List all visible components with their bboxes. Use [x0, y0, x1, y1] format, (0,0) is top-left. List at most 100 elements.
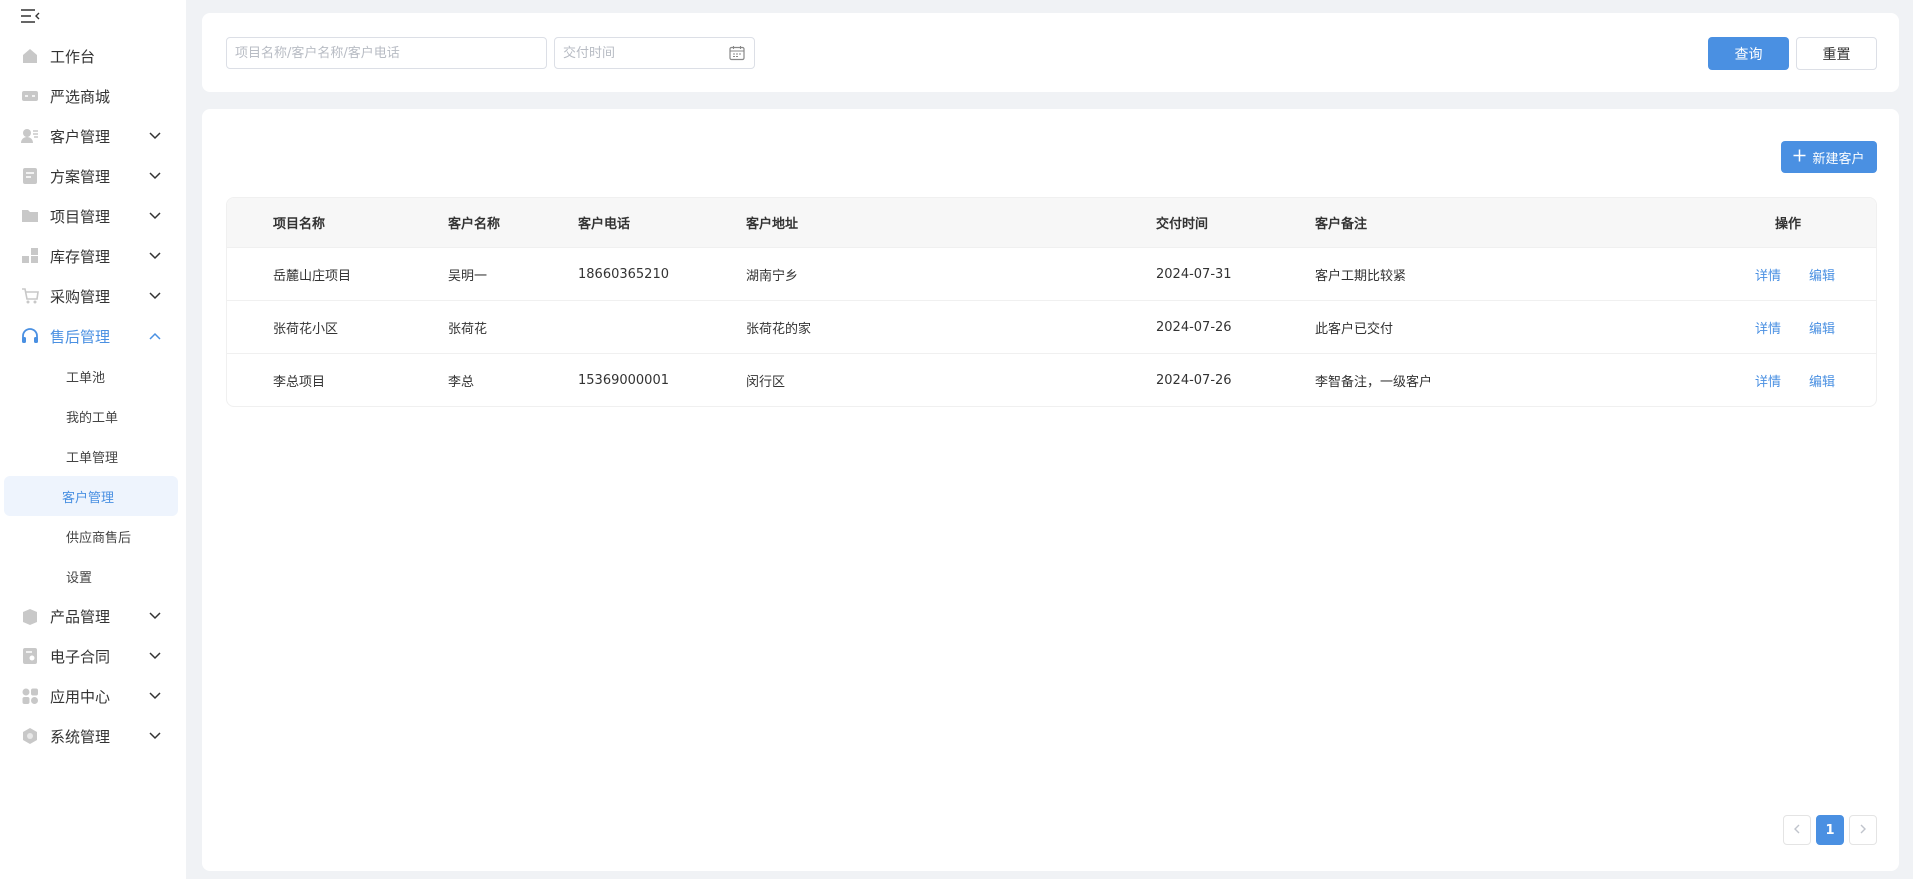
folder-icon — [20, 206, 40, 226]
chevron-down-icon — [148, 249, 162, 263]
submenu-item-ticket-mgmt[interactable]: 工单管理 — [4, 436, 178, 476]
new-customer-label: 新建客户 — [1812, 151, 1865, 167]
calendar-icon[interactable] — [729, 45, 745, 61]
menu-collapse-icon[interactable] — [20, 8, 40, 26]
submenu-item-supplier-aftersales[interactable]: 供应商售后 — [4, 516, 178, 556]
column-header-actions: 操作 — [1775, 217, 1802, 232]
cell-address: 张荷花的家 — [746, 321, 812, 337]
keyword-search-input[interactable] — [226, 37, 547, 69]
column-header-delivery-date: 交付时间 — [1156, 217, 1209, 232]
cell-project: 李总项目 — [273, 374, 326, 390]
edit-link[interactable]: 编辑 — [1809, 318, 1835, 337]
sidebar-item-purchase-mgmt[interactable]: 采购管理 — [0, 276, 186, 316]
cell-phone: 18660365210 — [578, 266, 669, 282]
cell-address: 闵行区 — [746, 374, 786, 390]
detail-link[interactable]: 详情 — [1755, 265, 1781, 284]
sidebar-item-system-mgmt[interactable]: 系统管理 — [0, 716, 186, 756]
cell-delivery-date: 2024-07-26 — [1156, 372, 1232, 388]
edit-link[interactable]: 编辑 — [1809, 371, 1835, 390]
cell-address: 湖南宁乡 — [746, 268, 799, 284]
chevron-down-icon — [148, 209, 162, 223]
boxes-icon — [20, 246, 40, 266]
chevron-down-icon — [148, 169, 162, 183]
delivery-date-input[interactable] — [555, 38, 715, 68]
sidebar-item-aftersales-mgmt[interactable]: 售后管理 — [0, 316, 186, 356]
sidebar-item-product-mgmt[interactable]: 产品管理 — [0, 596, 186, 636]
document-icon — [20, 166, 40, 186]
next-page-button[interactable] — [1849, 815, 1877, 845]
cell-project: 岳麓山庄项目 — [273, 268, 352, 284]
cell-customer: 张荷花 — [448, 321, 488, 337]
cart-icon — [20, 286, 40, 306]
cell-note: 李智备注，一级客户 — [1315, 374, 1433, 390]
cell-customer: 吴明一 — [448, 268, 488, 284]
chevron-down-icon — [148, 289, 162, 303]
sidebar-item-label: 工作台 — [50, 47, 96, 66]
submenu-item-label: 我的工单 — [66, 410, 119, 426]
new-customer-button[interactable]: 新建客户 — [1781, 141, 1877, 173]
customer-list-panel: 新建客户 项目名称 客户名称 客户电话 客户地址 交付时间 客户备注 操作 岳麓… — [202, 109, 1899, 871]
sidebar-item-mall[interactable]: 严选商城 — [0, 76, 186, 116]
column-header-project: 项目名称 — [273, 217, 326, 232]
table-row: 李总项目 李总 15369000001 闵行区 2024-07-26 李智备注，… — [227, 353, 1876, 406]
contract-icon — [20, 646, 40, 666]
page-number-button[interactable]: 1 — [1816, 815, 1844, 845]
search-panel: 查询 重置 — [202, 13, 1899, 92]
submenu-item-label: 客户管理 — [62, 490, 115, 506]
sidebar-item-label: 电子合同 — [50, 647, 111, 666]
sidebar-item-customer-mgmt[interactable]: 客户管理 — [0, 116, 186, 156]
edit-link[interactable]: 编辑 — [1809, 265, 1835, 284]
column-header-note: 客户备注 — [1315, 217, 1368, 232]
delivery-date-picker[interactable] — [554, 37, 755, 69]
headset-icon — [20, 326, 40, 346]
sidebar-item-e-contract[interactable]: 电子合同 — [0, 636, 186, 676]
submenu-item-my-tickets[interactable]: 我的工单 — [4, 396, 178, 436]
query-button[interactable]: 查询 — [1708, 37, 1789, 70]
submenu-item-ticket-pool[interactable]: 工单池 — [4, 356, 178, 396]
sidebar-item-label: 应用中心 — [50, 687, 111, 706]
gear-icon — [20, 726, 40, 746]
column-header-customer: 客户名称 — [448, 217, 501, 232]
chevron-down-icon — [148, 649, 162, 663]
apps-icon — [20, 686, 40, 706]
table-row: 岳麓山庄项目 吴明一 18660365210 湖南宁乡 2024-07-31 客… — [227, 247, 1876, 300]
detail-link[interactable]: 详情 — [1755, 371, 1781, 390]
sidebar-item-workbench[interactable]: 工作台 — [0, 36, 186, 76]
chevron-down-icon — [148, 689, 162, 703]
plus-icon — [1793, 149, 1806, 166]
sidebar-item-inventory-mgmt[interactable]: 库存管理 — [0, 236, 186, 276]
sidebar-item-plan-mgmt[interactable]: 方案管理 — [0, 156, 186, 196]
chevron-down-icon — [148, 129, 162, 143]
submenu-item-label: 工单管理 — [66, 450, 119, 466]
submenu-item-label: 工单池 — [66, 370, 106, 386]
table-row: 张荷花小区 张荷花 张荷花的家 2024-07-26 此客户已交付 详情 编辑 — [227, 300, 1876, 353]
side-menu: 工作台 严选商城 客户管理 方案管理 项目管理 库存管理 采购管理 售后管理 工… — [0, 36, 186, 756]
detail-link[interactable]: 详情 — [1755, 318, 1781, 337]
sidebar-item-label: 项目管理 — [50, 207, 111, 226]
chevron-down-icon — [148, 609, 162, 623]
customer-table: 项目名称 客户名称 客户电话 客户地址 交付时间 客户备注 操作 岳麓山庄项目 … — [226, 197, 1877, 407]
sidebar-item-label: 库存管理 — [50, 247, 111, 266]
sidebar-item-label: 售后管理 — [50, 327, 111, 346]
submenu-item-label: 设置 — [66, 570, 93, 586]
prev-page-button[interactable] — [1783, 815, 1811, 845]
cell-customer: 李总 — [448, 374, 475, 390]
submenu-item-settings[interactable]: 设置 — [4, 556, 178, 596]
cell-phone: 15369000001 — [578, 372, 669, 388]
submenu-item-customer-mgmt[interactable]: 客户管理 — [4, 476, 178, 516]
column-header-phone: 客户电话 — [578, 217, 631, 232]
cell-project: 张荷花小区 — [273, 321, 339, 337]
sidebar-item-label: 系统管理 — [50, 727, 111, 746]
mall-icon — [20, 86, 40, 106]
reset-button[interactable]: 重置 — [1796, 37, 1877, 70]
table-header: 项目名称 客户名称 客户电话 客户地址 交付时间 客户备注 操作 — [227, 198, 1876, 247]
sidebar-item-app-center[interactable]: 应用中心 — [0, 676, 186, 716]
sidebar-item-project-mgmt[interactable]: 项目管理 — [0, 196, 186, 236]
cell-note: 客户工期比较紧 — [1315, 268, 1407, 284]
cell-note: 此客户已交付 — [1315, 321, 1394, 337]
user-card-icon — [20, 126, 40, 146]
chevron-up-icon — [148, 329, 162, 343]
box-icon — [20, 606, 40, 626]
submenu-item-label: 供应商售后 — [66, 530, 132, 546]
home-icon — [20, 46, 40, 66]
